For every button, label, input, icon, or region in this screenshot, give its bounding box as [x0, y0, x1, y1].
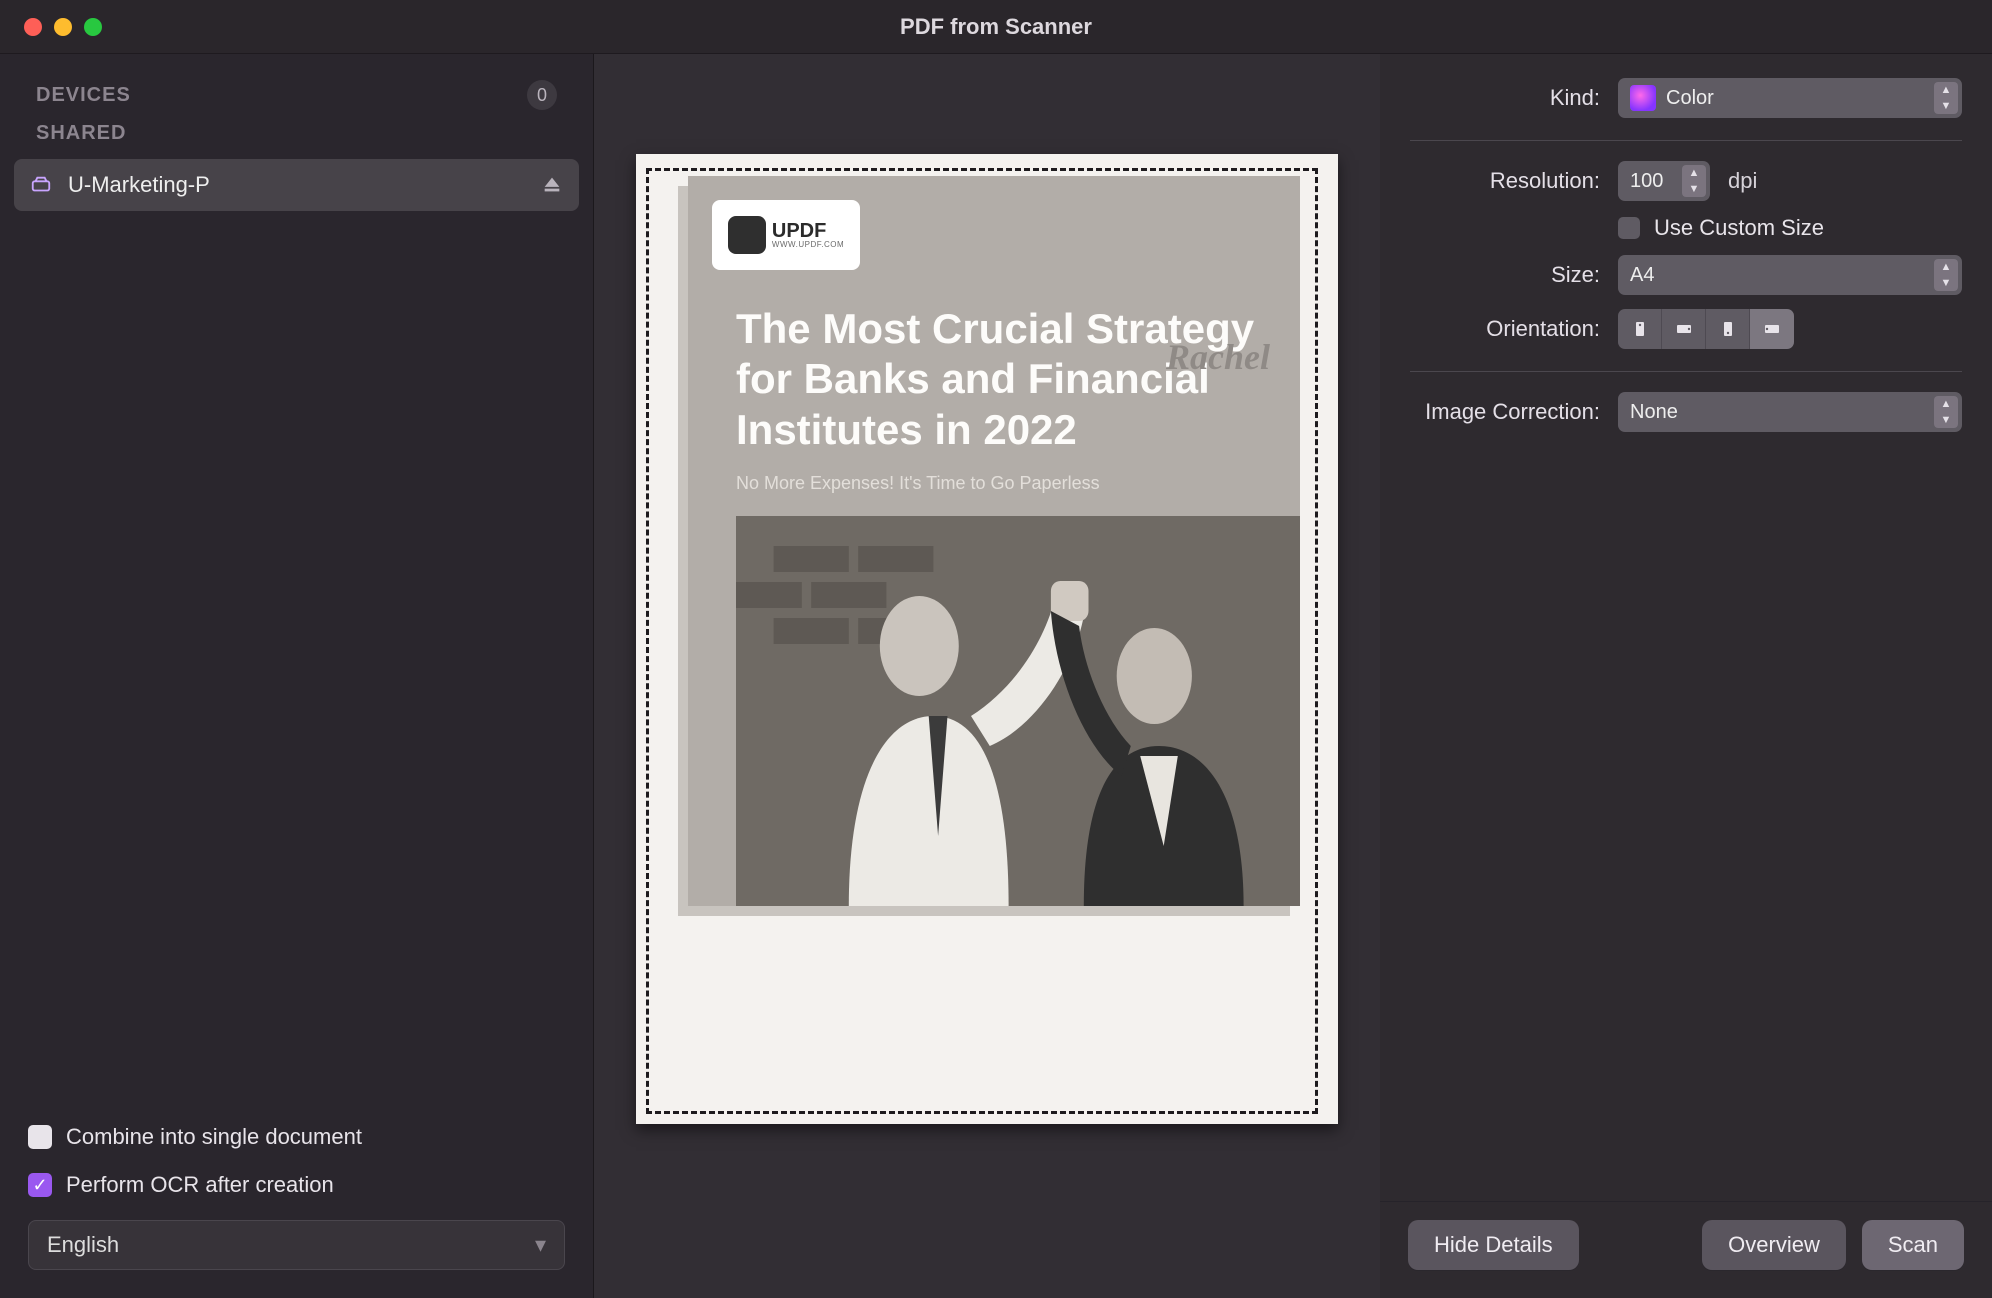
scan-document-content: UPDF WWW.UPDF.COM The Most Crucial Strat… [688, 176, 1300, 906]
window-body: DEVICES 0 SHARED U-Marketing-P [0, 54, 1992, 1298]
document-photo [736, 516, 1300, 906]
kind-label: Kind: [1410, 85, 1600, 111]
divider [1410, 140, 1962, 141]
sidebar-item-scanner[interactable]: U-Marketing-P [14, 159, 579, 211]
bottom-bar: Hide Details Overview Scan [1380, 1201, 1992, 1298]
settings-panel: Kind: Color Resolution: 100 dpi [1380, 54, 1992, 1298]
kind-select[interactable]: Color [1618, 78, 1962, 118]
custom-size-row: Use Custom Size [1410, 215, 1962, 241]
traffic-lights [24, 18, 102, 36]
document-logo: UPDF WWW.UPDF.COM [712, 200, 860, 270]
correction-label: Image Correction: [1410, 399, 1600, 425]
logo-mark-icon [728, 216, 766, 254]
custom-size-checkbox-row[interactable]: Use Custom Size [1618, 215, 1824, 241]
combine-label: Combine into single document [66, 1124, 362, 1150]
logo-brand: UPDF [772, 221, 844, 241]
titlebar: PDF from Scanner [0, 0, 1992, 54]
sidebar-devices-count: 0 [527, 80, 557, 110]
kind-stepper[interactable] [1934, 82, 1958, 114]
sidebar-scanner-name: U-Marketing-P [68, 172, 210, 198]
document-headline: The Most Crucial Strategy for Banks and … [688, 294, 1300, 465]
document-subhead: No More Expenses! It's Time to Go Paperl… [688, 465, 1300, 516]
settings-list: Kind: Color Resolution: 100 dpi [1380, 54, 1992, 456]
orientation-label: Orientation: [1410, 316, 1600, 342]
chevron-down-icon: ▾ [535, 1232, 546, 1258]
ocr-checkbox-row[interactable]: ✓ Perform OCR after creation [28, 1172, 565, 1198]
logo-text: UPDF WWW.UPDF.COM [772, 221, 844, 249]
size-value: A4 [1630, 264, 1654, 287]
divider-2 [1410, 371, 1962, 372]
color-swatch-icon [1630, 85, 1656, 111]
combine-checkbox-row[interactable]: Combine into single document [28, 1124, 565, 1150]
orientation-portrait-up[interactable] [1618, 309, 1662, 349]
orientation-landscape-right[interactable] [1662, 309, 1706, 349]
resolution-field[interactable]: 100 [1618, 161, 1710, 201]
resolution-row: Resolution: 100 dpi [1410, 161, 1962, 201]
scan-button[interactable]: Scan [1862, 1220, 1964, 1270]
custom-size-checkbox[interactable] [1618, 217, 1640, 239]
logo-url: WWW.UPDF.COM [772, 241, 844, 249]
hide-details-button[interactable]: Hide Details [1408, 1220, 1579, 1270]
kind-value: Color [1666, 87, 1714, 110]
close-window-button[interactable] [24, 18, 42, 36]
preview-area: UPDF WWW.UPDF.COM The Most Crucial Strat… [594, 54, 1380, 1298]
size-select[interactable]: A4 [1618, 255, 1962, 295]
eject-icon[interactable] [541, 174, 563, 196]
custom-size-label: Use Custom Size [1654, 215, 1824, 241]
resolution-value: 100 [1630, 170, 1663, 193]
correction-value: None [1630, 401, 1678, 424]
sidebar-shared-header: SHARED [0, 116, 593, 151]
zoom-window-button[interactable] [84, 18, 102, 36]
minimize-window-button[interactable] [54, 18, 72, 36]
sidebar-shared-label: SHARED [36, 122, 126, 145]
correction-row: Image Correction: None [1410, 392, 1962, 432]
sidebar-devices-header: DEVICES 0 [0, 74, 593, 116]
window: PDF from Scanner DEVICES 0 SHARED U-Mark… [0, 0, 1992, 1298]
sidebar-bottom: Combine into single document ✓ Perform O… [0, 1108, 593, 1298]
size-label: Size: [1410, 262, 1600, 288]
orientation-portrait-down[interactable] [1706, 309, 1750, 349]
resolution-stepper[interactable] [1682, 165, 1706, 197]
language-select[interactable]: English ▾ [28, 1220, 565, 1270]
resolution-unit: dpi [1728, 168, 1757, 194]
ocr-label: Perform OCR after creation [66, 1172, 334, 1198]
size-stepper[interactable] [1934, 259, 1958, 291]
orientation-landscape-left[interactable] [1750, 309, 1794, 349]
language-value: English [47, 1232, 119, 1258]
size-row: Size: A4 [1410, 255, 1962, 295]
scanner-icon [30, 174, 52, 196]
orientation-row: Orientation: [1410, 309, 1962, 349]
orientation-segmented[interactable] [1618, 309, 1794, 349]
watermark-text: Rachel [1166, 336, 1270, 379]
window-title: PDF from Scanner [900, 14, 1092, 40]
scan-preview-page[interactable]: UPDF WWW.UPDF.COM The Most Crucial Strat… [636, 154, 1338, 1124]
correction-select[interactable]: None [1618, 392, 1962, 432]
combine-checkbox[interactable] [28, 1125, 52, 1149]
resolution-label: Resolution: [1410, 168, 1600, 194]
sidebar-devices-label: DEVICES [36, 84, 131, 107]
correction-stepper[interactable] [1934, 396, 1958, 428]
kind-row: Kind: Color [1410, 78, 1962, 118]
sidebar: DEVICES 0 SHARED U-Marketing-P [0, 54, 594, 1298]
overview-button[interactable]: Overview [1702, 1220, 1846, 1270]
ocr-checkbox[interactable]: ✓ [28, 1173, 52, 1197]
